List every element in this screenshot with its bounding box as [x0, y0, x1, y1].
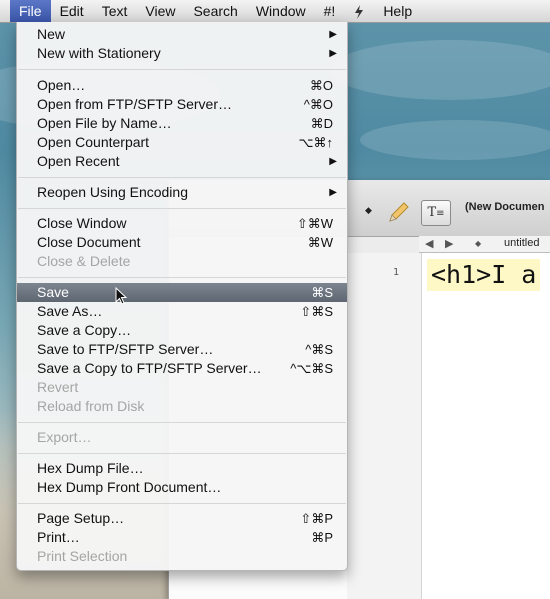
menu-item-new-with-stationery[interactable]: New with Stationery ▶	[17, 44, 347, 63]
menu-item-label: Hex Dump Front Document…	[37, 479, 222, 495]
menu-item-shortcut: ⌘W	[307, 235, 333, 250]
line-number: 1	[393, 267, 400, 278]
menu-separator	[18, 208, 346, 209]
menu-item-shortcut: ⇧⌘W	[296, 216, 333, 231]
submenu-arrow-icon: ▶	[329, 48, 337, 59]
menu-shebang[interactable]: #!	[315, 0, 345, 22]
menu-separator	[18, 422, 346, 423]
menu-item-label: Open Recent	[37, 153, 120, 169]
submenu-arrow-icon: ▶	[329, 156, 337, 167]
menu-item-shortcut: ⌘P	[311, 530, 333, 545]
diamond-icon[interactable]: ◆	[365, 205, 372, 216]
submenu-arrow-icon: ▶	[329, 187, 337, 198]
menu-item-close-delete: Close & Delete	[17, 252, 347, 271]
wallpaper-wave	[330, 40, 550, 100]
menu-item-label: Save As…	[37, 303, 103, 319]
script-menu[interactable]	[344, 0, 374, 22]
nav-back-icon[interactable]: ◀	[425, 237, 433, 250]
menu-item-shortcut: ⌥⌘↑	[298, 135, 333, 150]
menu-item-label: Save a Copy to FTP/SFTP Server…	[37, 360, 262, 376]
menu-bar: File Edit Text View Search Window #! Hel…	[0, 0, 550, 23]
menu-item-shortcut: ^⌘O	[303, 97, 333, 112]
text-options-button[interactable]: T≡	[421, 200, 451, 226]
menu-item-save-a-copy[interactable]: Save a Copy…	[17, 321, 347, 340]
menu-item-label: New with Stationery	[37, 45, 161, 61]
menu-separator	[18, 69, 346, 70]
menu-item-save-as[interactable]: Save As… ⇧⌘S	[17, 302, 347, 321]
menu-text[interactable]: Text	[93, 0, 137, 22]
menu-item-save-to-ftp[interactable]: Save to FTP/SFTP Server… ^⌘S	[17, 340, 347, 359]
line-gutter	[347, 253, 422, 599]
menu-separator	[18, 453, 346, 454]
menu-item-label: Close & Delete	[37, 253, 131, 269]
menu-separator	[18, 277, 346, 278]
menu-item-shortcut: ⌘S	[311, 285, 333, 300]
nav-diamond-icon[interactable]: ◆	[475, 239, 481, 248]
menu-item-label: New	[37, 26, 66, 42]
menu-separator	[18, 503, 346, 504]
menu-item-shortcut: ^⌘S	[305, 342, 333, 357]
menu-item-label: Open…	[37, 77, 86, 93]
menu-item-label: Hex Dump File…	[37, 460, 144, 476]
menu-file[interactable]: File	[10, 0, 51, 22]
menu-item-label: Print…	[37, 529, 80, 545]
menu-item-label: Open from FTP/SFTP Server…	[37, 96, 233, 112]
document-title: (New Documen	[465, 201, 545, 213]
menu-help[interactable]: Help	[374, 0, 421, 22]
menu-item-label: Open File by Name…	[37, 115, 172, 131]
menu-item-label: Export…	[37, 429, 92, 445]
code-line[interactable]: <h1>I a	[427, 259, 541, 291]
menu-item-label: Revert	[37, 379, 79, 395]
menu-item-label: Save	[37, 284, 69, 300]
menu-item-reopen-using-encoding[interactable]: Reopen Using Encoding ▶	[17, 183, 347, 202]
menu-item-label: Reload from Disk	[37, 398, 145, 414]
menu-item-close-document[interactable]: Close Document ⌘W	[17, 233, 347, 252]
menu-item-shortcut: ^⌥⌘S	[290, 361, 333, 376]
apple-menu[interactable]	[0, 0, 10, 22]
menu-item-open-file-by-name[interactable]: Open File by Name… ⌘D	[17, 114, 347, 133]
menu-item-revert: Revert	[17, 378, 347, 397]
menu-item-new[interactable]: New ▶	[17, 25, 347, 44]
menu-item-label: Print Selection	[37, 548, 128, 564]
menu-item-hex-dump-file[interactable]: Hex Dump File…	[17, 459, 347, 478]
menu-item-label: Close Document	[37, 234, 141, 250]
navigation-bar: ◀ ▶ ◆ untitled	[419, 236, 550, 253]
script-menu-icon	[355, 5, 364, 20]
menu-search[interactable]: Search	[184, 0, 246, 22]
menu-separator	[18, 177, 346, 178]
menu-item-print-selection: Print Selection	[17, 547, 347, 566]
nav-forward-icon[interactable]: ▶	[445, 237, 453, 250]
mouse-pointer-icon	[115, 287, 127, 305]
menu-item-open-recent[interactable]: Open Recent ▶	[17, 152, 347, 171]
menu-item-open-ftp[interactable]: Open from FTP/SFTP Server… ^⌘O	[17, 95, 347, 114]
menu-item-save-copy-to-ftp[interactable]: Save a Copy to FTP/SFTP Server… ^⌥⌘S	[17, 359, 347, 378]
wallpaper-wave	[360, 120, 550, 160]
menu-item-shortcut: ⌘O	[309, 78, 333, 93]
menu-item-label: Close Window	[37, 215, 127, 231]
menu-item-hex-dump-front-document[interactable]: Hex Dump Front Document…	[17, 478, 347, 497]
menu-item-reload-from-disk: Reload from Disk	[17, 397, 347, 416]
menu-item-save[interactable]: Save ⌘S	[17, 283, 347, 302]
nav-document-name[interactable]: untitled	[504, 237, 539, 249]
menu-item-page-setup[interactable]: Page Setup… ⇧⌘P	[17, 509, 347, 528]
menu-item-shortcut: ⇧⌘S	[300, 304, 333, 319]
menu-item-shortcut: ⌘D	[310, 116, 333, 131]
file-menu: New ▶ New with Stationery ▶ Open… ⌘O Ope…	[16, 22, 348, 571]
menu-window[interactable]: Window	[247, 0, 315, 22]
menu-item-close-window[interactable]: Close Window ⇧⌘W	[17, 214, 347, 233]
menu-edit[interactable]: Edit	[51, 0, 93, 22]
menu-item-label: Save to FTP/SFTP Server…	[37, 341, 214, 357]
menu-item-label: Open Counterpart	[37, 134, 150, 150]
menu-item-print[interactable]: Print… ⌘P	[17, 528, 347, 547]
menu-item-label: Reopen Using Encoding	[37, 184, 188, 200]
menu-item-label: Save a Copy…	[37, 322, 132, 338]
pencil-icon[interactable]	[385, 200, 411, 226]
menu-item-label: Page Setup…	[37, 510, 125, 526]
menu-item-shortcut: ⇧⌘P	[300, 511, 333, 526]
menu-item-open[interactable]: Open… ⌘O	[17, 76, 347, 95]
submenu-arrow-icon: ▶	[329, 29, 337, 40]
menu-item-open-counterpart[interactable]: Open Counterpart ⌥⌘↑	[17, 133, 347, 152]
menu-item-export: Export…	[17, 428, 347, 447]
menu-view[interactable]: View	[136, 0, 184, 22]
